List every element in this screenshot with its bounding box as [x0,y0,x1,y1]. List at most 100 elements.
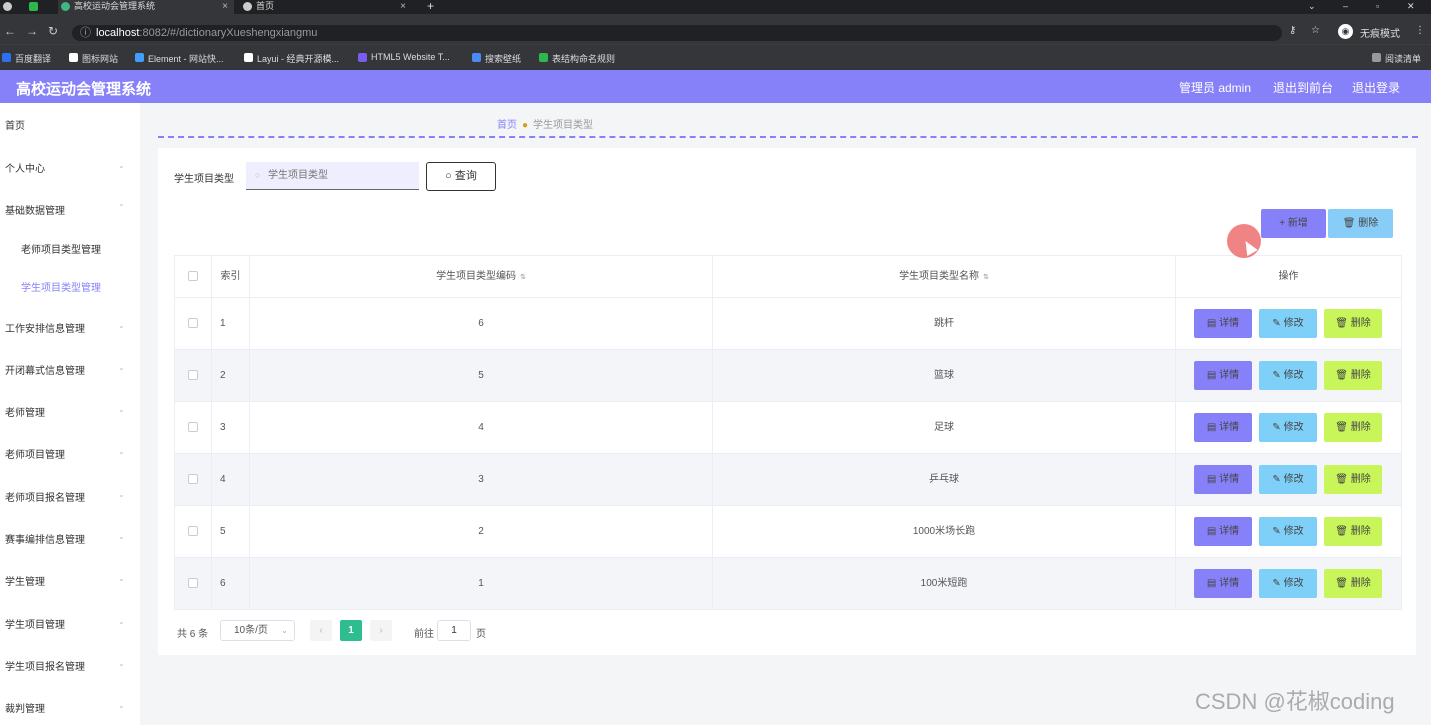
browser-tab-pinned-2[interactable] [26,0,48,14]
sidebar-item-teacher[interactable]: 老师管理 [5,404,45,419]
row-checkbox[interactable] [188,526,198,537]
bookmark-item[interactable]: HTML5 Website T... [358,52,450,62]
reload-icon[interactable]: ↻ [48,24,58,38]
delete-button-label: 删除 [1350,526,1371,537]
tab-search-icon[interactable]: ⌄ [1308,0,1328,14]
table-row[interactable]: 1 6 跳杆 ▤ 详情 ✎ 修改 🗑 删除 [175,298,1401,350]
close-icon[interactable]: × [400,0,406,13]
column-header-name[interactable]: 学生项目类型名称 ⇅ [713,256,1176,298]
detail-button[interactable]: ▤ 详情 [1194,413,1252,442]
row-checkbox[interactable] [188,318,198,329]
browser-menu-icon[interactable]: ⋮ [1415,25,1425,36]
sidebar-item-personal-center[interactable]: 个人中心 [5,160,45,175]
row-checkbox[interactable] [188,474,198,485]
breadcrumb-current: 学生项目类型 [533,120,594,131]
browser-tab-home[interactable]: 首页 × [240,0,412,14]
detail-button[interactable]: ▤ 详情 [1194,569,1252,598]
search-input[interactable] [246,162,419,190]
browser-tab-pinned-1[interactable] [0,0,16,14]
browser-tab-active[interactable]: 高校运动会管理系统 × [58,0,234,14]
next-page-button[interactable]: › [370,620,392,641]
trash-icon: 🗑 [1335,474,1351,485]
table-row[interactable]: 6 1 100米短跑 ▤ 详情 ✎ 修改 🗑 删除 [175,558,1401,610]
sidebar-item-work-schedule[interactable]: 工作安排信息管理 [5,320,85,335]
row-checkbox[interactable] [188,578,198,589]
detail-button[interactable]: ▤ 详情 [1194,361,1252,390]
sidebar-item-home[interactable]: 首页 [5,117,25,132]
delete-button[interactable]: 🗑 删除 [1324,413,1382,442]
bookmark-item[interactable]: Element - 网站快... [135,52,224,65]
sidebar-item-basic-data[interactable]: 基础数据管理 [5,202,65,217]
bulk-delete-button[interactable]: 🗑 删除 [1328,209,1393,238]
chevron-down-icon: ⌄ [118,363,125,372]
cell-index: 3 [212,402,250,454]
back-icon[interactable]: ← [4,24,16,38]
detail-button[interactable]: ▤ 详情 [1194,517,1252,546]
page-number-current[interactable]: 1 [340,620,362,641]
star-icon[interactable]: ☆ [1311,25,1320,36]
sidebar-item-student-project-type[interactable]: 学生项目类型管理 [21,279,101,294]
prev-page-button[interactable]: ‹ [310,620,332,641]
edit-button[interactable]: ✎ 修改 [1259,465,1317,494]
window-close-icon[interactable]: ✕ [1407,0,1427,14]
sidebar-item-event-arrangement[interactable]: 赛事编排信息管理 [5,531,85,546]
sidebar: 首页 个人中心 ⌄ 基础数据管理 ⌃ 老师项目类型管理 学生项目类型管理 工作安… [0,103,140,725]
sidebar-item-teacher-signup[interactable]: 老师项目报名管理 [5,489,85,504]
bookmark-item[interactable]: 搜索壁纸 [472,52,521,65]
sidebar-item-referee[interactable]: 裁判管理 [5,700,45,715]
query-button[interactable]: ○ 查询 [426,162,496,191]
document-icon: ▤ [1206,474,1220,485]
detail-button[interactable]: ▤ 详情 [1194,309,1252,338]
delete-button[interactable]: 🗑 删除 [1324,517,1382,546]
column-header-code[interactable]: 学生项目类型编码 ⇅ [250,256,713,298]
delete-button[interactable]: 🗑 删除 [1324,569,1382,598]
url-field[interactable]: ⓘ localhost:8082/#/dictionaryXueshengxia… [72,25,1282,41]
breadcrumb-home[interactable]: 首页 [497,120,517,131]
edit-button[interactable]: ✎ 修改 [1259,361,1317,390]
sort-icon[interactable]: ⇅ [520,274,526,281]
reading-list[interactable]: 阅读清单 [1372,52,1421,65]
table-row[interactable]: 5 2 1000米场长跑 ▤ 详情 ✎ 修改 🗑 删除 [175,506,1401,558]
pencil-icon: ✎ [1272,318,1284,329]
delete-button[interactable]: 🗑 删除 [1324,309,1382,338]
key-icon[interactable]: ⚷ [1289,25,1296,36]
add-button[interactable]: + 新增 [1261,209,1326,238]
new-tab-button[interactable]: + [422,0,442,14]
table-row[interactable]: 3 4 足球 ▤ 详情 ✎ 修改 🗑 删除 [175,402,1401,454]
delete-button[interactable]: 🗑 删除 [1324,361,1382,390]
sort-icon[interactable]: ⇅ [983,274,989,281]
row-checkbox[interactable] [188,422,198,433]
edit-button[interactable]: ✎ 修改 [1259,569,1317,598]
sidebar-item-ceremony[interactable]: 开闭幕式信息管理 [5,362,85,377]
goto-page-input[interactable]: 1 [437,620,471,641]
cell-code: 2 [250,506,713,558]
close-icon[interactable]: × [222,0,228,13]
row-checkbox[interactable] [188,370,198,381]
row-select-cell [175,402,212,454]
edit-button[interactable]: ✎ 修改 [1259,413,1317,442]
sidebar-item-student-signup[interactable]: 学生项目报名管理 [5,658,85,673]
logout-link[interactable]: 退出登录 [1352,79,1400,96]
bookmark-item[interactable]: 表结构命名规则 [539,52,615,65]
page-size-select[interactable]: 10条/页 ⌄ [220,620,295,641]
edit-button[interactable]: ✎ 修改 [1259,309,1317,338]
select-all-checkbox[interactable] [188,271,198,282]
bookmark-item[interactable]: Layui - 经典开源模... [244,52,339,65]
sidebar-item-student[interactable]: 学生管理 [5,573,45,588]
exit-to-front-link[interactable]: 退出到前台 [1273,79,1333,96]
edit-button[interactable]: ✎ 修改 [1259,517,1317,546]
bookmark-item[interactable]: 图标网站 [69,52,118,65]
incognito-label[interactable]: 无痕模式 [1360,25,1400,40]
table-row[interactable]: 4 3 乒乓球 ▤ 详情 ✎ 修改 🗑 删除 [175,454,1401,506]
bookmark-item[interactable]: 百度翻译 [2,52,51,65]
sidebar-item-teacher-project-type[interactable]: 老师项目类型管理 [21,241,101,256]
detail-button-label: 详情 [1219,578,1240,589]
sidebar-item-student-project[interactable]: 学生项目管理 [5,616,65,631]
detail-button[interactable]: ▤ 详情 [1194,465,1252,494]
table-row[interactable]: 2 5 篮球 ▤ 详情 ✎ 修改 🗑 删除 [175,350,1401,402]
delete-button[interactable]: 🗑 删除 [1324,465,1382,494]
restore-icon[interactable]: ▫ [1376,0,1396,14]
sidebar-item-teacher-project[interactable]: 老师项目管理 [5,446,65,461]
forward-icon[interactable]: → [26,24,38,38]
minimize-icon[interactable]: – [1343,0,1363,14]
